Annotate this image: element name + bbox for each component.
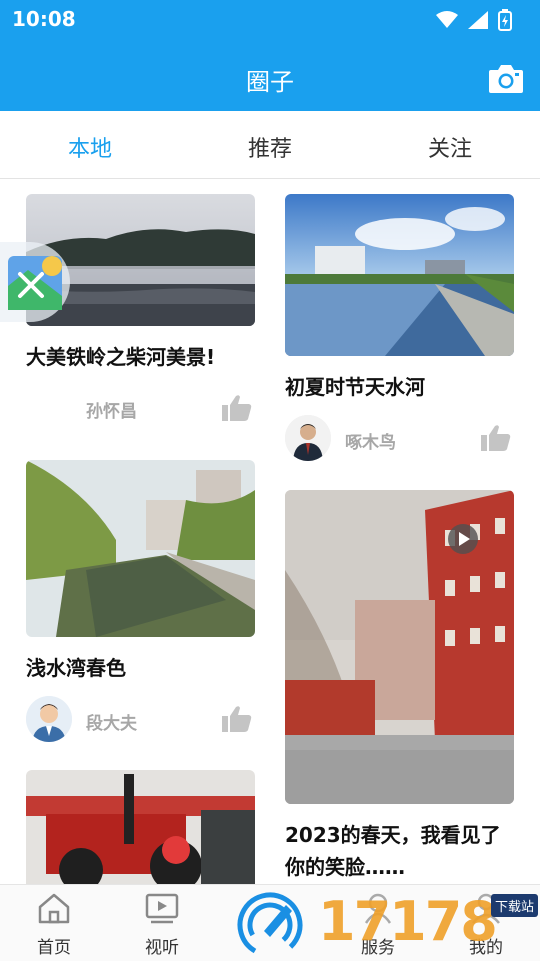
river-photo	[285, 194, 514, 356]
post-title-line2[interactable]: 你的笑脸……	[285, 851, 405, 883]
nav-center-action[interactable]	[220, 885, 320, 961]
watermark-tag: 下载站	[490, 894, 538, 917]
home-icon	[38, 893, 70, 924]
tab-bar: 本地 推荐 关注	[0, 111, 540, 179]
nav-video[interactable]: 视听	[112, 885, 212, 961]
avatar[interactable]	[26, 696, 72, 742]
tab-recommend[interactable]: 推荐	[210, 131, 330, 163]
post-image[interactable]	[285, 194, 514, 356]
status-icons	[436, 9, 512, 31]
tab-follow[interactable]: 关注	[390, 131, 510, 163]
post-video[interactable]	[285, 490, 514, 804]
tab-local[interactable]: 本地	[30, 131, 150, 163]
nav-video-label: 视听	[145, 938, 179, 958]
post-title[interactable]: 大美铁岭之柴河美景!	[26, 341, 215, 373]
post-title[interactable]: 2023的春天，我看见了	[285, 819, 501, 851]
status-time: 10:08	[12, 7, 76, 31]
like-icon[interactable]	[481, 424, 511, 452]
campus-photo	[285, 490, 514, 804]
avatar[interactable]	[285, 415, 331, 461]
like-icon[interactable]	[222, 394, 252, 422]
post-image[interactable]	[26, 770, 255, 884]
user-avatar-icon	[26, 696, 72, 742]
tractor-photo	[26, 770, 255, 884]
post-title[interactable]: 初夏时节天水河	[285, 371, 425, 403]
post-author[interactable]: 孙怀昌	[86, 397, 137, 422]
camera-icon[interactable]	[488, 62, 524, 94]
signal-icon	[468, 11, 488, 29]
post-author[interactable]: 啄木鸟	[345, 428, 396, 453]
play-icon[interactable]	[448, 524, 478, 554]
nav-home[interactable]: 首页	[4, 885, 104, 961]
wifi-icon	[436, 11, 458, 28]
page-title: 圈子	[246, 68, 294, 96]
post-author[interactable]: 段大夫	[86, 709, 137, 734]
status-bar: 10:08	[0, 0, 540, 38]
image-placeholder-icon	[8, 256, 62, 310]
app-header: 10:08 圈子	[0, 0, 540, 111]
canal-photo	[26, 460, 255, 637]
watermark: 17178 下载站	[318, 888, 540, 960]
like-icon[interactable]	[222, 705, 252, 733]
center-action-icon	[237, 892, 303, 958]
user-avatar-icon	[285, 415, 331, 461]
watermark-digits: 17178	[318, 890, 498, 953]
post-title[interactable]: 浅水湾春色	[26, 652, 126, 684]
battery-icon	[498, 9, 512, 31]
post-image[interactable]	[26, 460, 255, 637]
video-icon	[145, 893, 179, 924]
nav-home-label: 首页	[37, 938, 71, 958]
